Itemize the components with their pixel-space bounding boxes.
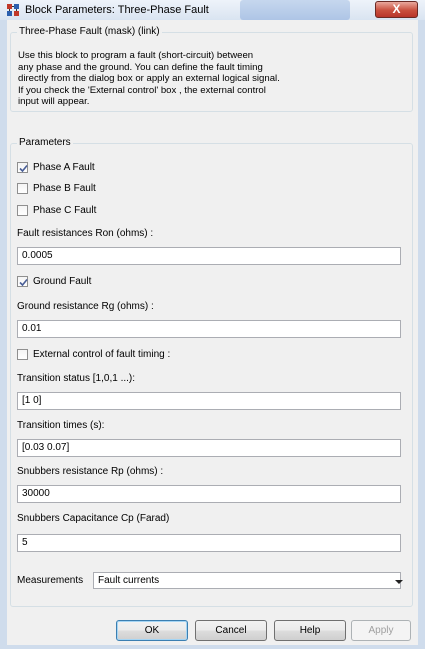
ground-fault-label: Ground Fault: [33, 276, 92, 287]
description-line: Use this block to program a fault (short…: [18, 50, 254, 61]
measurements-label: Measurements: [17, 575, 84, 586]
fault-resistance-label: Fault resistances Ron (ohms) :: [17, 228, 154, 239]
checkbox-box[interactable]: [17, 162, 28, 173]
description-line: If you check the 'External control' box …: [18, 84, 266, 96]
apply-button[interactable]: Apply: [351, 620, 411, 641]
phase-b-checkbox[interactable]: Phase B Fault: [17, 183, 96, 196]
close-button[interactable]: X: [375, 1, 418, 18]
close-icon: X: [392, 2, 401, 16]
measurements-dropdown[interactable]: Fault currents: [93, 572, 403, 589]
transition-status-input[interactable]: [1 0]: [17, 392, 401, 410]
parameters-group-title: Parameters: [17, 137, 73, 148]
description-line: input will appear.: [18, 96, 90, 108]
checkbox-box[interactable]: [17, 276, 28, 287]
description-group-title: Three-Phase Fault (mask) (link): [17, 26, 162, 37]
fault-resistance-input[interactable]: 0.0005: [17, 247, 401, 265]
snubber-resistance-label: Snubbers resistance Rp (ohms) :: [17, 466, 164, 477]
check-mark-icon: [19, 164, 28, 173]
checkbox-box[interactable]: [17, 349, 28, 360]
phase-a-checkbox[interactable]: Phase A Fault: [17, 162, 95, 175]
simulink-block-icon: [6, 3, 20, 17]
checkbox-box[interactable]: [17, 205, 28, 216]
external-control-checkbox[interactable]: External control of fault timing :: [17, 349, 170, 362]
description-text: Use this block to program a fault (short…: [18, 50, 403, 108]
transition-times-input[interactable]: [0.03 0.07]: [17, 439, 401, 457]
snubber-capacitance-input[interactable]: 5: [17, 534, 401, 552]
measurements-selected-value: Fault currents: [98, 575, 160, 586]
snubber-capacitance-label: Snubbers Capacitance Cp (Farad): [17, 513, 170, 524]
transition-times-label: Transition times (s):: [17, 420, 105, 431]
transition-status-label: Transition status [1,0,1 ...):: [17, 373, 136, 384]
description-line: any phase and the ground. You can define…: [18, 61, 263, 73]
phase-a-label: Phase A Fault: [33, 162, 95, 173]
description-group: Three-Phase Fault (mask) (link) Use this…: [10, 26, 413, 112]
phase-b-label: Phase B Fault: [33, 183, 96, 194]
title-bar: Block Parameters: Three-Phase Fault X: [0, 0, 425, 20]
ground-resistance-label: Ground resistance Rg (ohms) :: [17, 301, 154, 312]
check-mark-icon: [19, 278, 28, 287]
ground-resistance-input[interactable]: 0.01: [17, 320, 401, 338]
ground-fault-checkbox[interactable]: Ground Fault: [17, 276, 91, 289]
dialog-client-area: Three-Phase Fault (mask) (link) Use this…: [7, 20, 418, 645]
checkbox-box[interactable]: [17, 183, 28, 194]
cancel-button[interactable]: Cancel: [195, 620, 267, 641]
snubber-resistance-input[interactable]: 30000: [17, 485, 401, 503]
description-line: directly from the dialog box or apply an…: [18, 73, 280, 85]
help-button[interactable]: Help: [274, 620, 346, 641]
external-control-label: External control of fault timing :: [33, 349, 171, 360]
phase-c-label: Phase C Fault: [33, 205, 97, 216]
phase-c-checkbox[interactable]: Phase C Fault: [17, 205, 96, 218]
ok-button[interactable]: OK: [116, 620, 188, 641]
title-bar-glass: [240, 0, 350, 20]
window-title: Block Parameters: Three-Phase Fault: [25, 4, 209, 16]
